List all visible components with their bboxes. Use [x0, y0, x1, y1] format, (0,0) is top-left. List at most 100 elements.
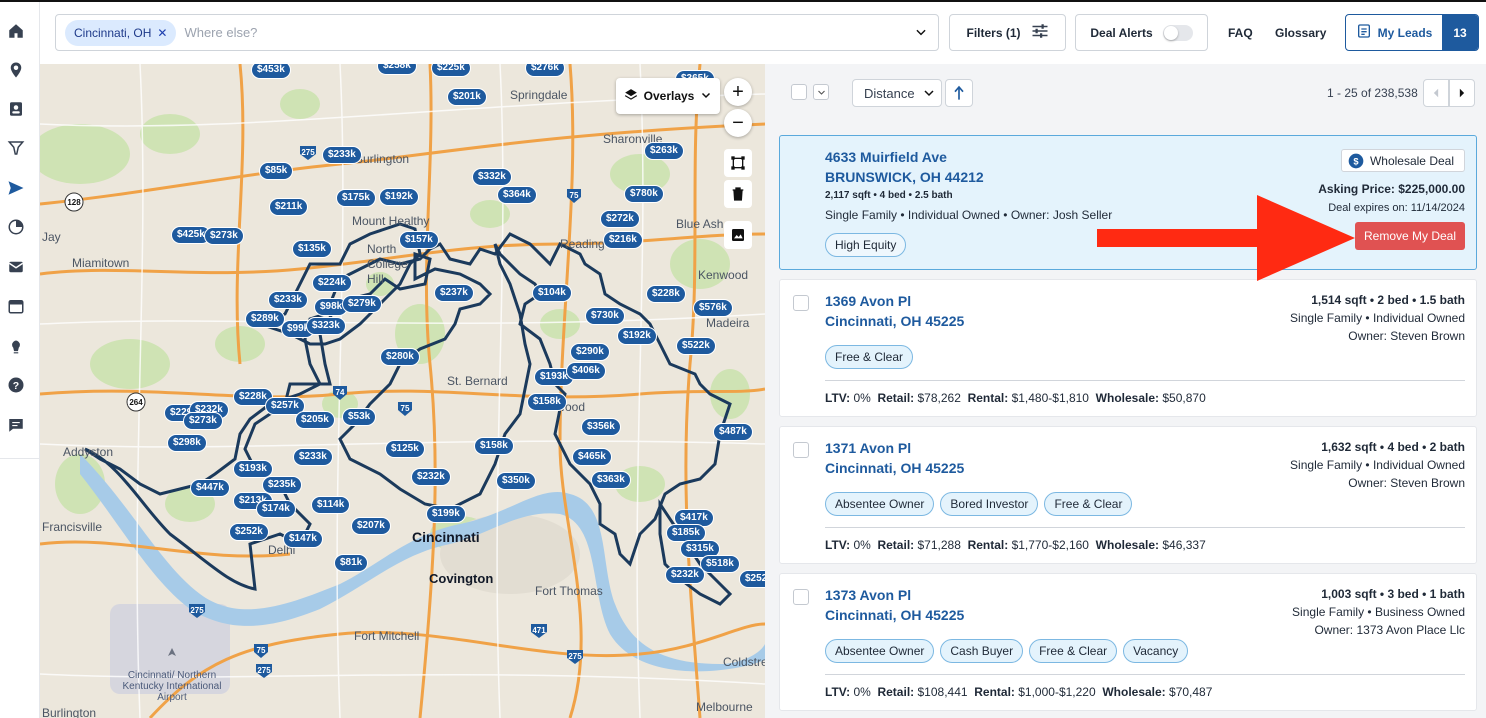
sort-select[interactable]: Distance	[852, 79, 942, 107]
price-pin[interactable]: $232k	[411, 468, 451, 486]
price-pin[interactable]: $453k	[251, 64, 291, 79]
price-pin[interactable]: $205k	[295, 411, 335, 429]
price-pin[interactable]: $356k	[581, 418, 621, 436]
close-icon[interactable]: ✕	[157, 26, 167, 40]
contacts-icon[interactable]	[0, 94, 32, 124]
lead-street[interactable]: 1371 Avon Pl	[825, 440, 911, 456]
price-pin[interactable]: $211k	[269, 198, 309, 216]
price-pin[interactable]: $258k	[377, 64, 417, 75]
price-pin[interactable]: $224k	[312, 274, 352, 292]
price-pin[interactable]: $192k	[379, 188, 419, 206]
price-pin[interactable]: $235k	[262, 476, 302, 494]
price-pin[interactable]: $273k	[204, 227, 244, 245]
price-pin[interactable]: $233k	[322, 146, 362, 164]
price-pin[interactable]: $158k	[474, 437, 514, 455]
help-icon[interactable]: ?	[0, 370, 32, 400]
zoom-out-button[interactable]: −	[724, 109, 752, 137]
price-pin[interactable]: $730k	[585, 307, 625, 325]
price-pin[interactable]: $272k	[600, 210, 640, 228]
price-pin[interactable]: $522k	[676, 337, 716, 355]
price-pin[interactable]: $252k	[739, 570, 765, 588]
map-view[interactable]: 275 75 128 74 264 75 471 275 75 275 275 …	[40, 64, 765, 718]
price-pin[interactable]: $518k	[700, 555, 740, 573]
price-pin[interactable]: $81k	[334, 554, 369, 572]
price-pin[interactable]: $193k	[233, 460, 273, 478]
price-pin[interactable]: $276k	[525, 64, 565, 77]
price-pin[interactable]: $289k	[245, 310, 285, 328]
price-pin[interactable]: $280k	[380, 348, 420, 366]
lead-city[interactable]: Cincinnati, OH 45225	[825, 607, 964, 623]
lead-city[interactable]: BRUNSWICK, OH 44212	[825, 169, 984, 185]
next-page-button[interactable]	[1449, 79, 1475, 107]
price-pin[interactable]: $228k	[646, 285, 686, 303]
price-pin[interactable]: $199k	[426, 505, 466, 523]
price-pin[interactable]: $135k	[292, 240, 332, 258]
funnel-icon[interactable]	[0, 133, 32, 163]
lead-city[interactable]: Cincinnati, OH 45225	[825, 460, 964, 476]
send-icon[interactable]	[0, 173, 32, 203]
price-pin[interactable]: $192k	[617, 327, 657, 345]
location-pin-icon[interactable]	[0, 55, 32, 85]
chat-icon[interactable]	[0, 410, 32, 440]
lead-checkbox[interactable]	[793, 589, 809, 605]
mail-icon[interactable]	[0, 252, 32, 282]
price-pin[interactable]: $780k	[624, 185, 664, 203]
price-pin[interactable]: $364k	[497, 186, 537, 204]
price-pin[interactable]: $406k	[566, 362, 606, 380]
price-pin[interactable]: $207k	[351, 517, 391, 535]
price-pin[interactable]: $125k	[385, 440, 425, 458]
price-pin[interactable]: $201k	[447, 88, 487, 106]
price-pin[interactable]: $332k	[472, 168, 512, 186]
price-pin[interactable]: $279k	[342, 295, 382, 313]
price-pin[interactable]: $263k	[644, 142, 684, 160]
lead-city[interactable]: Cincinnati, OH 45225	[825, 313, 964, 329]
location-chip[interactable]: Cincinnati, OH ✕	[65, 19, 177, 46]
calendar-icon[interactable]	[0, 291, 32, 321]
lead-street[interactable]: 4633 Muirfield Ave	[825, 149, 947, 165]
lead-checkbox[interactable]	[793, 295, 809, 311]
trash-icon[interactable]	[724, 180, 752, 208]
price-pin[interactable]: $147k	[283, 530, 323, 548]
lead-street[interactable]: 1369 Avon Pl	[825, 293, 911, 309]
lead-card[interactable]: 1369 Avon Pl Cincinnati, OH 45225 1,514 …	[779, 279, 1477, 417]
lead-card[interactable]: 1371 Avon Pl Cincinnati, OH 45225 1,632 …	[779, 426, 1477, 564]
deal-alerts-button[interactable]: Deal Alerts	[1075, 14, 1208, 51]
lead-street[interactable]: 1373 Avon Pl	[825, 587, 911, 603]
select-options-dropdown[interactable]	[813, 84, 829, 100]
price-pin[interactable]: $53k	[342, 408, 377, 426]
glossary-link[interactable]: Glossary	[1275, 26, 1326, 40]
location-search-bar[interactable]: Cincinnati, OH ✕ Where else?	[55, 14, 939, 51]
sort-direction-button[interactable]	[945, 79, 973, 107]
faq-link[interactable]: FAQ	[1228, 26, 1253, 40]
price-pin[interactable]: $233k	[293, 448, 333, 466]
select-all-checkbox[interactable]	[791, 84, 807, 100]
price-pin[interactable]: $114k	[311, 496, 351, 514]
price-pin[interactable]: $233k	[268, 291, 308, 309]
price-pin[interactable]: $232k	[665, 566, 705, 584]
lead-card[interactable]: 1373 Avon Pl Cincinnati, OH 45225 1,003 …	[779, 573, 1477, 711]
draw-shape-icon[interactable]	[724, 149, 752, 177]
price-pin[interactable]: $237k	[434, 284, 474, 302]
lightbulb-icon[interactable]	[0, 331, 32, 361]
price-pin[interactable]: $447k	[190, 479, 230, 497]
lead-checkbox[interactable]	[793, 442, 809, 458]
my-leads-button[interactable]: My Leads 13	[1345, 14, 1479, 51]
price-pin[interactable]: $487k	[713, 423, 753, 441]
chevron-down-icon[interactable]	[914, 25, 928, 44]
price-pin[interactable]: $273k	[183, 412, 223, 430]
prev-page-button[interactable]	[1423, 79, 1449, 107]
price-pin[interactable]: $350k	[496, 472, 536, 490]
price-pin[interactable]: $465k	[572, 448, 612, 466]
price-pin[interactable]: $104k	[532, 284, 572, 302]
price-pin[interactable]: $252k	[229, 523, 269, 541]
price-pin[interactable]: $290k	[570, 343, 610, 361]
deal-alerts-toggle[interactable]	[1162, 24, 1193, 41]
price-pin[interactable]: $216k	[603, 231, 643, 249]
price-pin[interactable]: $157k	[399, 231, 439, 249]
zoom-in-button[interactable]: +	[724, 78, 752, 106]
image-icon[interactable]	[724, 221, 752, 249]
price-pin[interactable]: $298k	[167, 434, 207, 452]
price-pin[interactable]: $174k	[256, 500, 296, 518]
price-pin[interactable]: $175k	[336, 189, 376, 207]
price-pin[interactable]: $85k	[259, 162, 294, 180]
